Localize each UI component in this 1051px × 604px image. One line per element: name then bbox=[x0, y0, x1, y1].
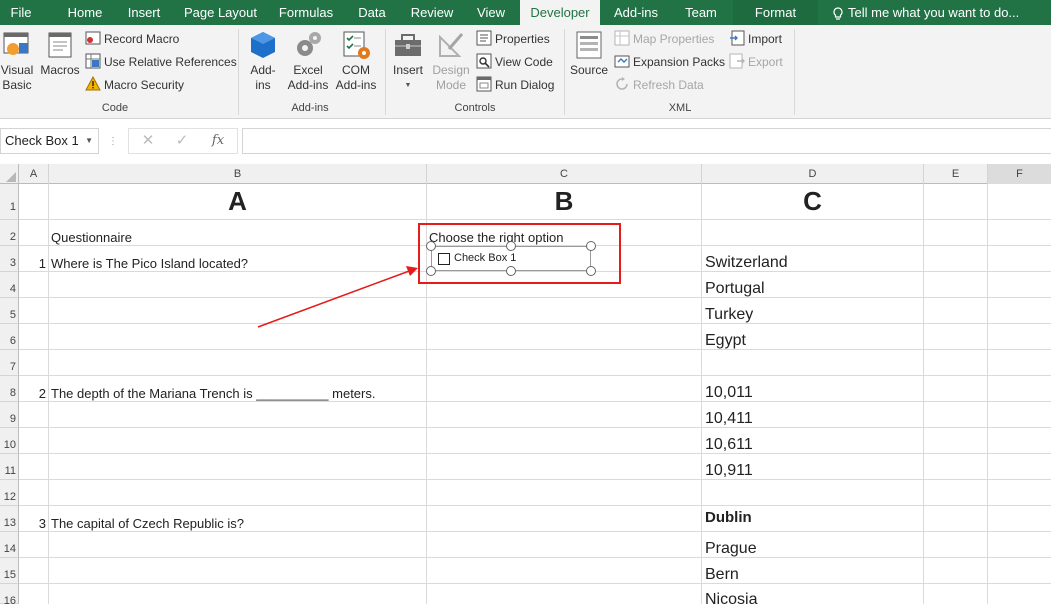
annotation-arrow bbox=[257, 266, 418, 328]
